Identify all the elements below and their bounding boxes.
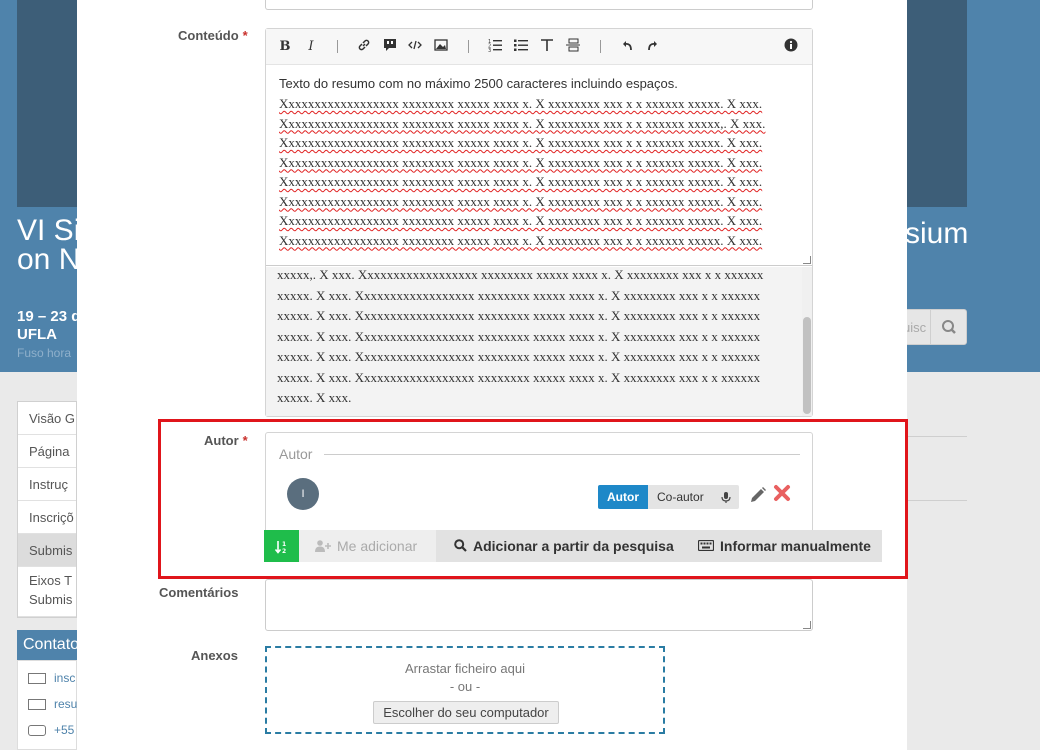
code-icon xyxy=(408,40,422,50)
content-editor: B I 123 Texto do resumo com no máximo 25… xyxy=(265,28,813,417)
choose-file-button[interactable]: Escolher do seu computador xyxy=(373,701,559,724)
content-label: Conteúdo * xyxy=(178,28,248,43)
required-mark: * xyxy=(242,28,248,43)
preview-scrollbar[interactable] xyxy=(802,267,812,416)
contact-email: resu xyxy=(54,697,78,711)
attachments-label: Anexos xyxy=(191,648,238,663)
horizontal-rule-icon xyxy=(566,38,580,52)
search-button[interactable] xyxy=(930,310,966,344)
search-icon xyxy=(942,320,956,334)
code-button[interactable] xyxy=(407,38,423,56)
event-dates-text: 19 – 23 d xyxy=(17,308,81,325)
bullet-list-button[interactable] xyxy=(513,38,529,56)
bold-button[interactable]: B xyxy=(278,38,292,56)
mail-icon xyxy=(28,673,46,685)
contact-row[interactable]: resu xyxy=(28,697,77,711)
file-dropzone[interactable]: Arrastar ficheiro aqui - ou - Escolher d… xyxy=(265,646,665,734)
editor-line: Xxxxxxxxxxxxxxxxxx xxxxxxxx xxxxx xxxx x… xyxy=(279,213,763,228)
content-label-text: Conteúdo xyxy=(178,28,239,43)
resize-handle[interactable] xyxy=(803,256,811,264)
editor-line: Xxxxxxxxxxxxxxxxxx xxxxxxxx xxxxx xxxx x… xyxy=(279,174,763,189)
toolbar-separator xyxy=(468,40,469,53)
contact-row[interactable]: +55 xyxy=(28,723,74,737)
contact-title: Contato xyxy=(17,630,77,660)
editor-line: Xxxxxxxxxxxxxxxxxx xxxxxxxx xxxxx xxxx x… xyxy=(279,232,763,248)
info-button[interactable] xyxy=(784,38,798,56)
divider xyxy=(907,500,967,501)
link-icon xyxy=(358,39,370,51)
previous-field[interactable] xyxy=(265,0,813,10)
undo-button[interactable] xyxy=(619,38,635,56)
resize-handle[interactable] xyxy=(803,621,811,629)
timezone-text: Fuso hora xyxy=(17,346,72,360)
contact-box: insc resu +55 xyxy=(17,660,77,750)
divider xyxy=(907,436,967,437)
nav-item-active[interactable]: Submis xyxy=(18,534,76,567)
ordered-list-button[interactable]: 123 xyxy=(487,38,503,56)
mail-icon xyxy=(28,699,46,711)
phone-icon xyxy=(28,725,46,737)
contact-row[interactable]: insc xyxy=(28,671,75,685)
editor-toolbar: B I 123 xyxy=(266,29,812,65)
nav-item[interactable]: Eixos T Submis xyxy=(18,567,76,617)
author-highlight-box xyxy=(158,419,908,579)
editor-line: Xxxxxxxxxxxxxxxxxx xxxxxxxx xxxxx xxxx x… xyxy=(279,96,763,111)
event-venue: UFLA xyxy=(17,326,57,343)
editor-line: Xxxxxxxxxxxxxxxxxx xxxxxxxx xxxxx xxxx x… xyxy=(279,193,763,209)
horizontal-rule-button[interactable] xyxy=(565,38,581,56)
redo-icon xyxy=(648,41,657,51)
quote-button[interactable] xyxy=(382,38,398,56)
heading-icon xyxy=(541,39,553,51)
sidebar-nav: Visão G Página Instruç Inscriçõ Submis E… xyxy=(17,401,77,618)
event-title-line2: on N xyxy=(17,243,81,276)
nav-item-line2: Submis xyxy=(29,592,73,607)
preview-text: xxxxx,. X xxx. Xxxxxxxxxxxxxxxxxx xxxxxx… xyxy=(277,267,764,405)
nav-item[interactable]: Inscriçõ xyxy=(18,501,76,534)
content-preview: xxxxx,. X xxx. Xxxxxxxxxxxxxxxxxx xxxxxx… xyxy=(266,267,812,416)
contact-email: insc xyxy=(54,671,76,685)
submission-modal: Conteúdo * B I 123 Texto do resumo com n… xyxy=(77,0,907,750)
event-title-line1: VI Si xyxy=(17,214,81,247)
or-text: - ou - xyxy=(449,679,481,694)
image-icon xyxy=(434,39,448,51)
scrollbar-thumb[interactable] xyxy=(803,317,811,414)
comments-label: Comentários xyxy=(159,585,239,600)
link-button[interactable] xyxy=(356,38,372,56)
ordered-list-icon: 123 xyxy=(488,39,502,54)
nav-item[interactable]: Visão G xyxy=(18,402,76,435)
nav-item-line1: Eixos T xyxy=(29,573,73,588)
image-button[interactable] xyxy=(433,38,449,56)
heading-button[interactable] xyxy=(539,38,555,56)
content-textarea[interactable]: Texto do resumo com no máximo 2500 carac… xyxy=(266,66,812,266)
editor-line: Xxxxxxxxxxxxxxxxxx xxxxxxxx xxxxx xxxx x… xyxy=(279,135,763,150)
undo-icon xyxy=(623,41,632,51)
comments-textarea[interactable] xyxy=(265,579,813,631)
toolbar-separator xyxy=(337,40,338,53)
nav-item[interactable]: Página xyxy=(18,435,76,468)
event-title-right: sium xyxy=(905,217,969,250)
editor-line: Xxxxxxxxxxxxxxxxxx xxxxxxxx xxxxx xxxx x… xyxy=(279,115,766,131)
contact-phone: +55 xyxy=(54,723,75,737)
editor-line: Xxxxxxxxxxxxxxxxxx xxxxxxxx xxxxx xxxx x… xyxy=(279,154,763,170)
drop-text: Arrastar ficheiro aqui xyxy=(405,661,525,676)
bullet-list-icon xyxy=(514,39,528,51)
quote-icon xyxy=(384,39,396,51)
nav-item[interactable]: Instruç xyxy=(18,468,76,501)
svg-text:3: 3 xyxy=(488,48,491,52)
italic-button[interactable]: I xyxy=(304,38,318,56)
info-icon xyxy=(784,38,798,52)
event-title: VI Si on N xyxy=(17,214,81,276)
editor-first-line: Texto do resumo com no máximo 2500 carac… xyxy=(279,76,678,91)
event-dates: 19 – 23 d UFLA xyxy=(17,308,80,344)
toolbar-separator xyxy=(600,40,601,53)
redo-button[interactable] xyxy=(645,38,661,56)
